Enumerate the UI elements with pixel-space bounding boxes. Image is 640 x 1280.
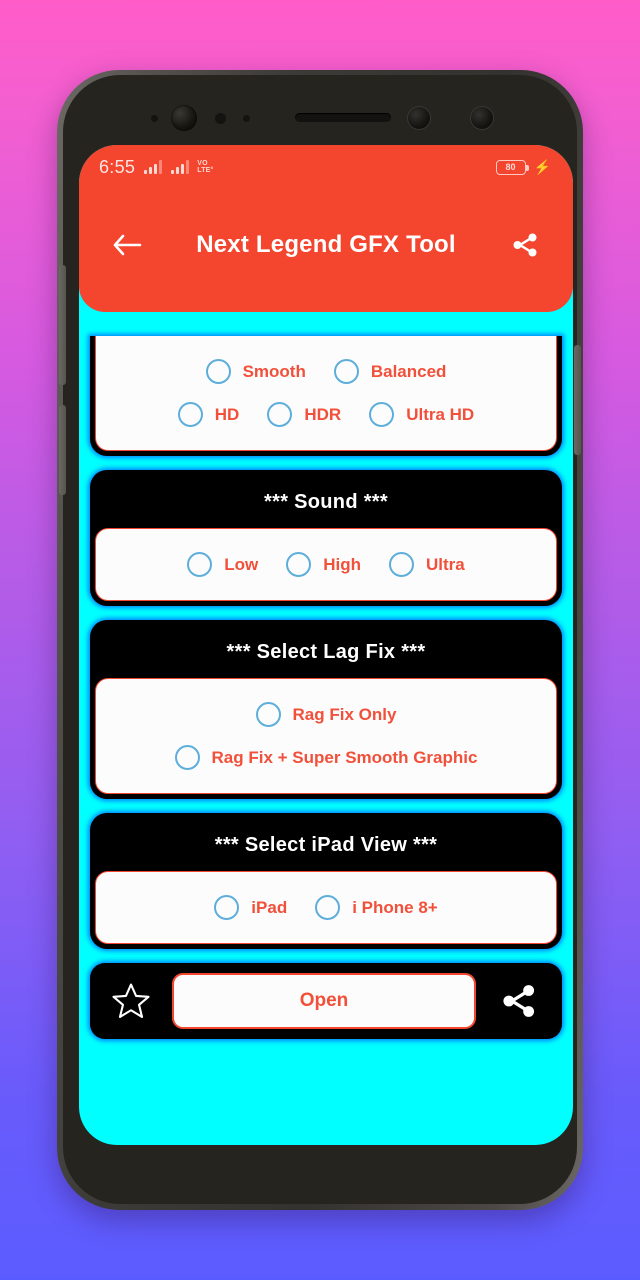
radio-option[interactable]: Ultra HD bbox=[369, 402, 474, 427]
charging-bolt-icon: ⚡ bbox=[533, 158, 551, 175]
open-button[interactable]: Open bbox=[172, 973, 476, 1029]
share-button-top[interactable] bbox=[503, 223, 547, 267]
card-title: *** Select Lag Fix *** bbox=[226, 641, 426, 663]
radio-button-icon[interactable] bbox=[205, 359, 231, 384]
radio-option-label: HD bbox=[214, 404, 240, 424]
earpiece-speaker bbox=[295, 113, 391, 122]
battery-icon: 80 bbox=[495, 159, 529, 175]
radio-button-icon[interactable] bbox=[389, 552, 415, 577]
radio-button-icon[interactable] bbox=[315, 895, 341, 920]
back-button[interactable] bbox=[105, 223, 149, 267]
settings-card: *** Select iPad View *** iPad i Phone 8+ bbox=[90, 813, 562, 949]
device-sensor-row bbox=[63, 101, 577, 135]
radio-option-label: Ultra HD bbox=[406, 404, 475, 424]
page-title: Next Legend GFX Tool bbox=[196, 231, 456, 258]
share-icon bbox=[513, 233, 537, 257]
settings-list: Smooth Balanced HD HDR Ultra HD *** Sound ***… bbox=[79, 312, 573, 1039]
radio-option[interactable]: iPad bbox=[214, 895, 287, 920]
settings-card: Smooth Balanced HD HDR Ultra HD bbox=[90, 336, 562, 456]
volte-icon: VO LTE° bbox=[197, 160, 213, 174]
card-panel: Rag Fix Only Rag Fix + Super Smooth Graph… bbox=[95, 678, 557, 794]
radio-button-icon[interactable] bbox=[177, 402, 203, 427]
radio-option[interactable]: i Phone 8+ bbox=[315, 895, 438, 920]
option-row: Smooth Balanced bbox=[106, 350, 546, 393]
proximity-sensor-icon bbox=[215, 113, 226, 124]
card-panel: Smooth Balanced HD HDR Ultra HD bbox=[95, 336, 557, 451]
star-outline-icon bbox=[112, 983, 150, 1018]
radio-button-icon[interactable] bbox=[333, 359, 359, 384]
share-button-bottom[interactable] bbox=[488, 975, 550, 1027]
radio-option[interactable]: Rag Fix + Super Smooth Graphic bbox=[174, 745, 478, 770]
status-bar: 6:55 VO LTE° 80 ⚡ bbox=[79, 145, 573, 189]
option-row: Rag Fix Only bbox=[106, 693, 546, 736]
back-arrow-icon bbox=[113, 234, 142, 256]
volte-line-1: VO bbox=[197, 160, 208, 167]
battery-level-label: 80 bbox=[505, 162, 516, 172]
sensor-icon bbox=[151, 115, 158, 122]
radio-option-label: Smooth bbox=[242, 361, 306, 381]
radio-option[interactable]: High bbox=[286, 552, 361, 577]
settings-card: *** Sound *** Low High Ultra bbox=[90, 470, 562, 606]
status-clock: 6:55 bbox=[99, 156, 136, 177]
bottom-action-bar: Open bbox=[90, 963, 562, 1039]
signal-strength-icon-sim2 bbox=[171, 160, 190, 174]
app-bar-main: Next Legend GFX Tool bbox=[79, 189, 573, 301]
phone-body: 6:55 VO LTE° 80 ⚡ Next Legend GFX Tool S… bbox=[59, 75, 581, 1204]
volume-down-button[interactable] bbox=[59, 405, 66, 495]
option-row: Rag Fix + Super Smooth Graphic bbox=[106, 736, 546, 779]
radio-option[interactable]: HD bbox=[177, 402, 240, 427]
option-row: iPad i Phone 8+ bbox=[106, 886, 546, 929]
radio-button-icon[interactable] bbox=[174, 745, 200, 770]
radio-button-icon[interactable] bbox=[255, 702, 281, 727]
radio-option-label: High bbox=[323, 554, 362, 574]
radio-option-label: i Phone 8+ bbox=[352, 897, 438, 917]
volume-up-button[interactable] bbox=[59, 265, 66, 385]
front-camera-icon bbox=[171, 105, 197, 131]
app-bar: 6:55 VO LTE° 80 ⚡ Next Legend GFX Tool bbox=[79, 145, 573, 312]
radio-option[interactable]: Rag Fix Only bbox=[255, 702, 397, 727]
favorite-button[interactable] bbox=[102, 975, 160, 1027]
radio-option[interactable]: HDR bbox=[267, 402, 341, 427]
power-button[interactable] bbox=[574, 345, 581, 455]
card-panel: Low High Ultra bbox=[95, 528, 557, 601]
radio-button-icon[interactable] bbox=[187, 552, 213, 577]
card-title: *** Sound *** bbox=[264, 491, 388, 513]
radio-option[interactable]: Smooth bbox=[205, 359, 306, 384]
radio-button-icon[interactable] bbox=[369, 402, 395, 427]
radio-option-label: Rag Fix Only bbox=[292, 704, 397, 724]
radio-option-label: Ultra bbox=[426, 554, 465, 574]
option-row: HD HDR Ultra HD bbox=[106, 393, 546, 436]
phone-screen: 6:55 VO LTE° 80 ⚡ Next Legend GFX Tool S… bbox=[79, 145, 573, 1145]
radio-option-label: Rag Fix + Super Smooth Graphic bbox=[211, 747, 478, 767]
light-sensor-icon bbox=[243, 115, 250, 122]
secondary-camera-icon bbox=[408, 107, 430, 129]
tertiary-camera-icon bbox=[471, 107, 493, 129]
card-panel: iPad i Phone 8+ bbox=[95, 871, 557, 944]
radio-option[interactable]: Low bbox=[187, 552, 258, 577]
radio-option[interactable]: Ultra bbox=[389, 552, 465, 577]
radio-button-icon[interactable] bbox=[214, 895, 240, 920]
radio-option[interactable]: Balanced bbox=[333, 359, 447, 384]
radio-button-icon[interactable] bbox=[267, 402, 293, 427]
radio-option-label: Balanced bbox=[370, 361, 447, 381]
radio-option-label: Low bbox=[224, 554, 259, 574]
settings-card: *** Select Lag Fix *** Rag Fix Only Rag Fi… bbox=[90, 620, 562, 799]
radio-button-icon[interactable] bbox=[286, 552, 312, 577]
card-title: *** Select iPad View *** bbox=[214, 834, 438, 856]
radio-option-label: iPad bbox=[251, 897, 288, 917]
volte-line-2: LTE° bbox=[197, 167, 214, 174]
option-row: Low High Ultra bbox=[106, 543, 546, 586]
radio-option-label: HDR bbox=[304, 404, 342, 424]
share-icon bbox=[503, 985, 535, 1017]
signal-strength-icon-sim1 bbox=[144, 160, 163, 174]
phone-device-frame: 6:55 VO LTE° 80 ⚡ Next Legend GFX Tool S… bbox=[57, 70, 583, 1210]
